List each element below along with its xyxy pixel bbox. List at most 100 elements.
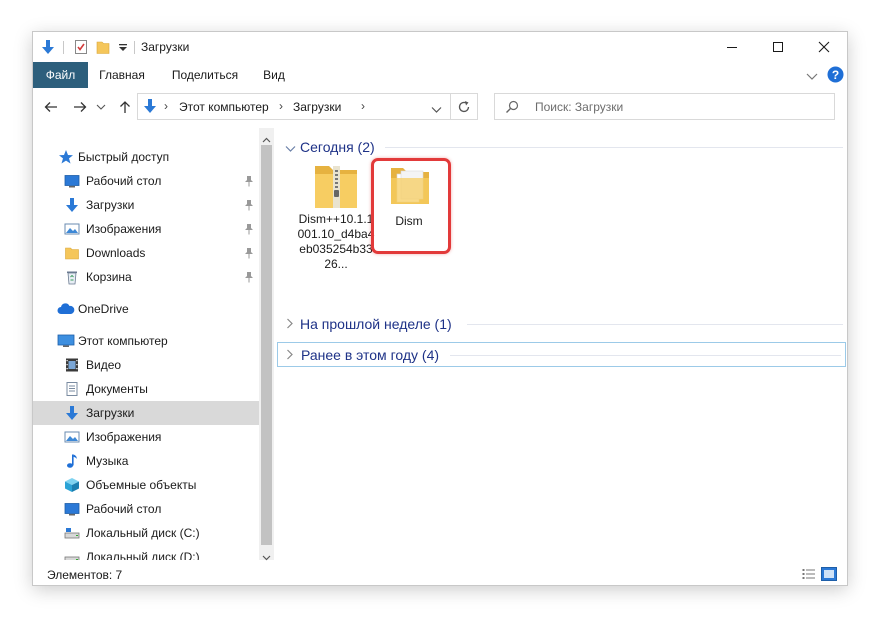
breadcrumb-chevron-icon[interactable]: ›: [279, 99, 283, 113]
nav-item-pictures[interactable]: Изображения: [33, 425, 259, 449]
file-item-dism-folder[interactable]: Dism: [370, 162, 448, 246]
item-count: Элементов: 7: [47, 568, 123, 582]
nav-item-documents[interactable]: Документы: [33, 377, 259, 401]
large-icons-view-icon[interactable]: [821, 567, 837, 584]
tab-view[interactable]: Вид: [259, 62, 289, 88]
chevron-right-icon[interactable]: [286, 318, 294, 332]
breadcrumb-this-pc[interactable]: Этот компьютер: [179, 100, 269, 114]
nav-label: Рабочий стол: [86, 174, 162, 188]
nav-item-onedrive[interactable]: OneDrive: [33, 297, 259, 321]
nav-item-downloads-selected[interactable]: Загрузки: [33, 401, 259, 425]
details-view-icon[interactable]: [802, 568, 816, 583]
pin-icon: [244, 199, 254, 211]
documents-icon: [64, 381, 80, 397]
navigation-bar: › Этот компьютер › Загрузки › Поиск: Заг…: [33, 90, 847, 124]
breadcrumb-chevron-icon[interactable]: ›: [361, 99, 365, 113]
recycle-bin-icon: [64, 269, 80, 285]
tab-file[interactable]: Файл: [33, 62, 88, 88]
nav-item-this-pc[interactable]: Этот компьютер: [33, 329, 259, 353]
nav-item-3d-objects[interactable]: Объемные объекты: [33, 473, 259, 497]
help-icon[interactable]: ?: [827, 66, 844, 86]
new-folder-icon[interactable]: [95, 39, 111, 55]
pictures-icon: [64, 429, 80, 445]
nav-item-video[interactable]: Видео: [33, 353, 259, 377]
refresh-icon: [458, 100, 470, 112]
chevron-down-icon[interactable]: [285, 142, 296, 156]
nav-label: Этот компьютер: [78, 334, 168, 348]
recent-locations-button[interactable]: [95, 98, 107, 116]
pin-icon: [244, 223, 254, 235]
scroll-down-icon[interactable]: [262, 550, 271, 564]
title-separator: [134, 41, 135, 54]
nav-item-desktop-pinned[interactable]: Рабочий стол: [33, 169, 259, 193]
music-icon: [64, 453, 80, 469]
breadcrumb-chevron-icon[interactable]: ›: [164, 99, 168, 113]
nav-item-drive-c[interactable]: Локальный диск (C:): [33, 521, 259, 545]
folder-icon: [388, 164, 432, 211]
group-header-today[interactable]: Сегодня (2): [277, 136, 847, 158]
nav-item-recycle-bin[interactable]: Корзина: [33, 265, 259, 289]
nav-label: Видео: [86, 358, 122, 372]
nav-scrollbar[interactable]: [259, 128, 274, 561]
svg-text:?: ?: [832, 68, 839, 82]
address-history-dropdown-icon[interactable]: [431, 103, 442, 117]
file-list-view: Сегодня (2) Dism++10.1.1001.10_d4ba4eb03…: [277, 128, 847, 564]
ribbon-tabs: Файл Главная Поделиться Вид ?: [33, 62, 847, 88]
tab-share[interactable]: Поделиться: [166, 62, 244, 88]
file-name: Dism++10.1.1001.10_d4ba4eb035254b3326...: [297, 212, 375, 271]
scroll-up-icon[interactable]: [262, 132, 271, 146]
close-button[interactable]: [801, 32, 847, 62]
nav-item-quick-access[interactable]: Быстрый доступ: [33, 145, 259, 169]
3d-objects-icon: [64, 477, 80, 493]
group-header-earlier-this-year[interactable]: Ранее в этом году (4): [277, 342, 846, 367]
nav-item-pictures-pinned[interactable]: Изображения: [33, 217, 259, 241]
nav-item-desktop[interactable]: Рабочий стол: [33, 497, 259, 521]
group-label: Сегодня (2): [300, 139, 375, 155]
nav-label: OneDrive: [78, 302, 129, 316]
nav-item-downloads-folder[interactable]: Downloads: [33, 241, 259, 265]
pictures-icon: [64, 221, 80, 237]
nav-label: Документы: [86, 382, 148, 396]
group-label: Ранее в этом году (4): [301, 347, 440, 363]
explorer-window: Загрузки Файл Главная Поделиться Вид ? ›…: [33, 32, 847, 585]
properties-icon[interactable]: [73, 39, 89, 55]
nav-label: Музыка: [86, 454, 129, 468]
back-button[interactable]: [42, 98, 60, 116]
download-arrow-icon: [64, 197, 80, 213]
nav-label: Быстрый доступ: [78, 150, 170, 164]
scrollbar-thumb[interactable]: [261, 145, 272, 545]
breadcrumb-downloads[interactable]: Загрузки: [293, 100, 341, 114]
nav-label: Загрузки: [86, 198, 135, 212]
address-bar[interactable]: › Этот компьютер › Загрузки ›: [137, 93, 451, 120]
up-button[interactable]: [116, 98, 134, 116]
group-divider: [385, 147, 843, 148]
file-item-dism-zip[interactable]: Dism++10.1.1001.10_d4ba4eb035254b3326...: [297, 162, 375, 272]
window-title: Загрузки: [141, 40, 190, 54]
minimize-button[interactable]: [709, 32, 755, 62]
desktop-icon: [64, 173, 80, 189]
cloud-icon: [57, 301, 75, 317]
tab-home[interactable]: Главная: [95, 62, 149, 88]
expand-ribbon-icon[interactable]: [806, 70, 818, 84]
drive-d-icon: [64, 549, 80, 560]
nav-item-downloads-pinned[interactable]: Загрузки: [33, 193, 259, 217]
group-header-last-week[interactable]: На прошлой неделе (1): [277, 313, 847, 335]
customize-toolbar-icon[interactable]: [115, 39, 131, 55]
maximize-button[interactable]: [755, 32, 801, 62]
nav-label: Загрузки: [86, 406, 135, 420]
nav-label: Изображения: [86, 430, 162, 444]
nav-item-music[interactable]: Музыка: [33, 449, 259, 473]
pin-icon: [244, 175, 254, 187]
quick-access-separator: [63, 41, 64, 54]
forward-button[interactable]: [71, 98, 89, 116]
nav-item-drive-d[interactable]: Локальный диск (D:): [33, 545, 259, 560]
search-icon: [505, 100, 519, 117]
video-icon: [64, 357, 80, 373]
star-icon: [58, 149, 74, 165]
chevron-right-icon[interactable]: [286, 349, 294, 363]
zip-folder-icon: [311, 162, 361, 213]
group-label: На прошлой неделе (1): [300, 316, 452, 332]
search-input[interactable]: Поиск: Загрузки: [494, 93, 835, 120]
download-arrow-icon: [40, 39, 56, 55]
refresh-button[interactable]: [451, 93, 478, 120]
